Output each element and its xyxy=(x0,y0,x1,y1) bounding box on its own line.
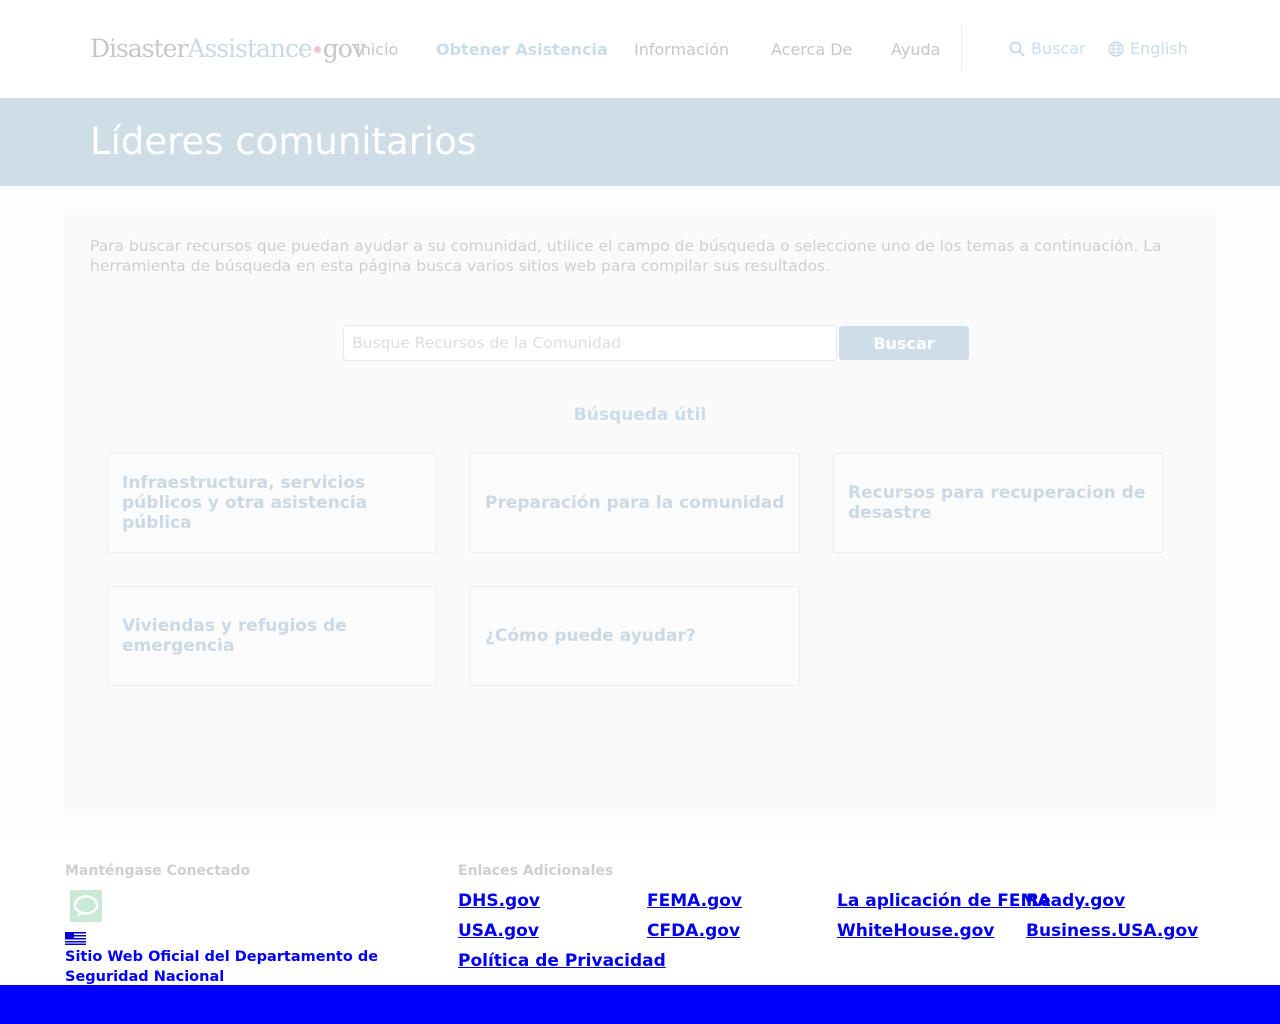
topic-card-label: Preparación para la comunidad xyxy=(485,493,785,513)
site-logo[interactable]: DisasterAssistance gov xyxy=(90,34,366,64)
page-banner: Líderes comunitarios xyxy=(0,98,1280,186)
logo-word-assistance: Assistance xyxy=(187,34,312,63)
search-icon xyxy=(1009,41,1025,57)
footer-link-dhs[interactable]: DHS.gov xyxy=(458,890,540,912)
topic-card-label: Recursos para recuperacion de desastre xyxy=(848,483,1146,523)
nav-obtener-asistencia[interactable]: Obtener Asistencia xyxy=(436,40,608,60)
footer-link-business-usa[interactable]: Business.USA.gov xyxy=(1026,920,1198,942)
topic-card-recuperacion[interactable]: Recursos para recuperacion de desastre xyxy=(833,453,1163,553)
topic-card-como-ayudar[interactable]: ¿Cómo puede ayudar? xyxy=(470,586,800,686)
footer-connect-heading: Manténgase Conectado xyxy=(65,863,251,879)
header-search-label: Buscar xyxy=(1031,39,1086,58)
nav-divider xyxy=(961,25,962,71)
community-search-button[interactable]: Buscar xyxy=(839,326,969,360)
topic-card-preparacion[interactable]: Preparación para la comunidad xyxy=(470,453,800,553)
logo-dot-icon xyxy=(313,46,321,53)
intro-text: Para buscar recursos que puedan ayudar a… xyxy=(90,237,1162,275)
site-header: DisasterAssistance gov Inicio Obtener Asi… xyxy=(0,0,1280,98)
dhs-official-site-link[interactable]: Sitio Web Oficial del Departamento de Se… xyxy=(65,947,425,987)
footer-link-cfda[interactable]: CFDA.gov xyxy=(647,920,740,942)
topic-card-infraestructura[interactable]: Infraestructura, servicios públicos y ot… xyxy=(107,453,437,553)
useful-search-heading: Búsqueda útil xyxy=(573,405,707,425)
footer-link-privacy[interactable]: Política de Privacidad xyxy=(458,950,666,972)
footer-links-heading: Enlaces Adicionales xyxy=(458,863,614,879)
community-search-input[interactable] xyxy=(343,325,837,361)
bottom-bar xyxy=(0,985,1280,1024)
footer-link-fema-app[interactable]: La aplicación de FEMA xyxy=(837,890,1051,912)
footer-link-whitehouse[interactable]: WhiteHouse.gov xyxy=(837,920,994,942)
nav-inicio[interactable]: Inicio xyxy=(356,40,398,60)
chat-bubble-icon[interactable] xyxy=(70,890,102,922)
nav-acerca-de[interactable]: Acerca De xyxy=(771,40,852,60)
footer-link-usa[interactable]: USA.gov xyxy=(458,920,539,942)
globe-icon xyxy=(1108,41,1124,57)
logo-word-disaster: Disaster xyxy=(90,34,188,63)
chat-bubble-glyph xyxy=(73,895,99,917)
page-title: Líderes comunitarios xyxy=(90,120,477,163)
header-search-link[interactable]: Buscar xyxy=(1009,39,1086,59)
language-toggle[interactable]: English xyxy=(1108,39,1188,59)
topic-card-viviendas[interactable]: Viviendas y refugios de emergencia xyxy=(107,586,437,686)
nav-ayuda[interactable]: Ayuda xyxy=(891,40,940,60)
language-label: English xyxy=(1130,39,1188,58)
footer-link-ready[interactable]: Ready.gov xyxy=(1026,890,1125,912)
nav-informacion[interactable]: Información xyxy=(634,40,729,60)
us-flag-icon xyxy=(65,932,86,945)
topic-card-label: Viviendas y refugios de emergencia xyxy=(122,616,347,656)
footer-link-fema[interactable]: FEMA.gov xyxy=(647,890,742,912)
topic-card-label: ¿Cómo puede ayudar? xyxy=(485,626,696,646)
topic-card-label: Infraestructura, servicios públicos y ot… xyxy=(122,473,368,533)
